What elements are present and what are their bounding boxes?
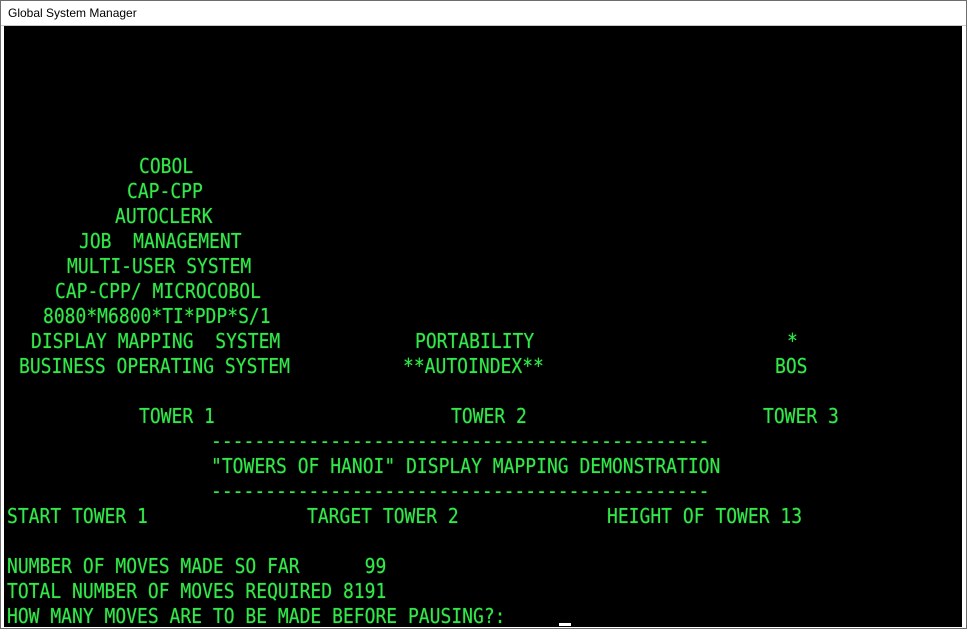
tower1-disk-8: DISPLAY MAPPING SYSTEM [31,329,281,353]
tower1-disk-6: CAP-CPP/ MICROCOBOL [55,279,261,303]
tower1-disk-1: COBOL [139,154,194,178]
window-title: Global System Manager [8,6,137,20]
tower1-disk-4: JOB MANAGEMENT [79,229,242,253]
moves-required-line: TOTAL NUMBER OF MOVES REQUIRED 8191 [7,579,387,603]
tower2-disk-2: **AUTOINDEX** [403,354,544,378]
tower-height-field: HEIGHT OF TOWER 13 [607,504,803,528]
tower-1-label: TOWER 1 [139,404,215,428]
tower-3-label: TOWER 3 [763,404,839,428]
tower1-disk-2: CAP-CPP [127,179,203,203]
tower3-disk-1: * [787,329,798,353]
input-cursor[interactable] [559,623,571,626]
pause-prompt: HOW MANY MOVES ARE TO BE MADE BEFORE PAU… [7,604,506,627]
target-tower-field: TARGET TOWER 2 [307,504,459,528]
start-tower-field: START TOWER 1 [7,504,148,528]
banner-title: "TOWERS OF HANOI" DISPLAY MAPPING DEMONS… [211,454,721,478]
tower2-disk-1: PORTABILITY [415,329,535,353]
terminal-screen[interactable]: COBOL CAP-CPP AUTOCLERK JOB MANAGEMENT M… [4,26,962,627]
banner-rule-top: ----------------------------------------… [211,429,710,453]
tower1-disk-3: AUTOCLERK [115,204,213,228]
title-bar[interactable]: Global System Manager [1,1,966,26]
moves-made-line: NUMBER OF MOVES MADE SO FAR 99 [7,554,387,578]
banner-rule-bottom: ----------------------------------------… [211,479,710,503]
tower1-disk-7: 8080*M6800*TI*PDP*S/1 [43,304,271,328]
tower1-disk-9: BUSINESS OPERATING SYSTEM [19,354,290,378]
tower-2-label: TOWER 2 [451,404,527,428]
app-window: Global System Manager COBOL CAP-CPP AUTO… [0,0,967,629]
tower3-disk-2: BOS [775,354,808,378]
tower1-disk-5: MULTI-USER SYSTEM [67,254,252,278]
